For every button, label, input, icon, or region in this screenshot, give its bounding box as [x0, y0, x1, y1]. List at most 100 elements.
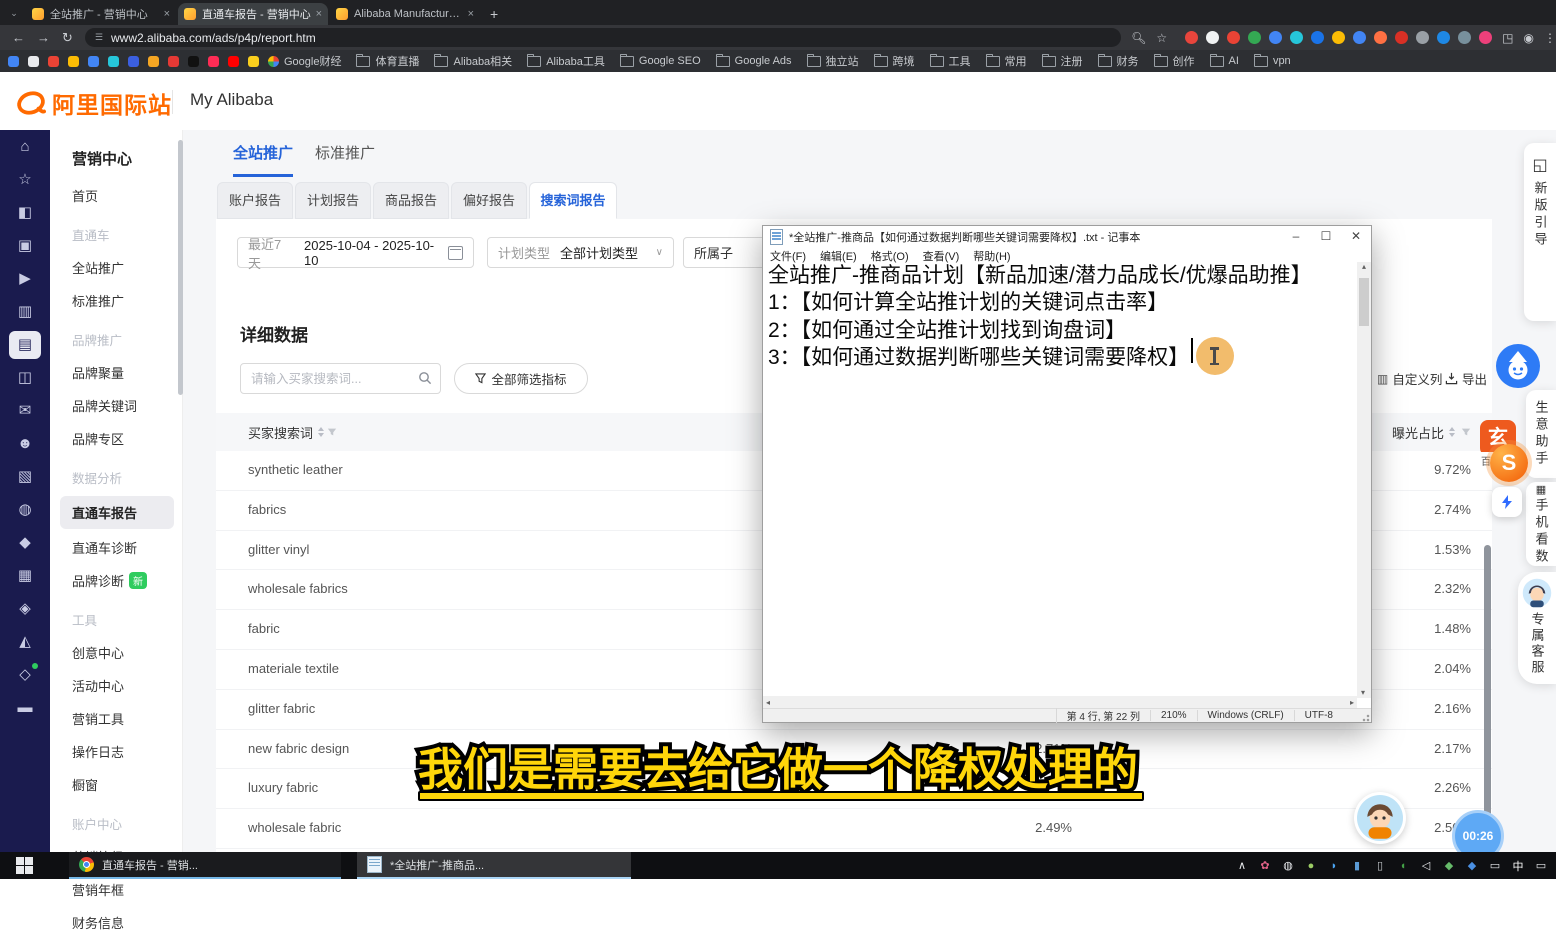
tab-计划报告[interactable]: 计划报告	[295, 182, 371, 219]
start-button[interactable]	[16, 857, 33, 874]
rail-home-icon[interactable]: ⌂	[9, 133, 41, 161]
extension-icon[interactable]	[1437, 31, 1450, 44]
alibaba-logo[interactable]: 阿里国际站	[16, 86, 172, 120]
tray-globe-icon[interactable]: ●	[1304, 860, 1318, 872]
tab-搜索词报告[interactable]: 搜索词报告	[529, 182, 617, 219]
column-filter-icon[interactable]	[327, 427, 337, 437]
bookmark-folder[interactable]: 跨境	[874, 53, 915, 69]
sidebar-item-橱窗[interactable]: 橱窗	[50, 768, 182, 801]
assistant-wizard-icon[interactable]	[1496, 344, 1540, 388]
maximize-button[interactable]: ☐	[1311, 226, 1341, 248]
sidebar-item-品牌关键词[interactable]: 品牌关键词	[50, 389, 182, 422]
rail-shop-icon[interactable]: ◧	[9, 199, 41, 227]
new-version-guide-tab[interactable]: ◱ 新版引导	[1524, 143, 1556, 321]
rail-ticket-icon[interactable]: ◫	[9, 364, 41, 392]
menu-文件(F)[interactable]: 文件(F)	[763, 248, 813, 262]
rail-ad-report-icon[interactable]: ▤	[9, 331, 41, 359]
tray-expand-icon[interactable]: ∧	[1235, 859, 1249, 872]
rail-shield-icon[interactable]: ◈	[9, 595, 41, 623]
bookmark-favicon[interactable]	[48, 56, 59, 67]
menu-帮助(H)[interactable]: 帮助(H)	[966, 248, 1017, 262]
find-icon[interactable]: 🔍︎	[1131, 31, 1146, 45]
content-scrollbar[interactable]	[1484, 545, 1491, 845]
sidebar-item-品牌聚量[interactable]: 品牌聚量	[50, 356, 182, 389]
tray-app-icon[interactable]: ✿	[1258, 859, 1272, 872]
extension-icon[interactable]	[1248, 31, 1261, 44]
export-button[interactable]: 导出	[1445, 369, 1487, 388]
extensions-puzzle-icon[interactable]: ◳	[1502, 31, 1513, 45]
tray-leaf-icon[interactable]: ◖	[1396, 860, 1410, 872]
browser-tab[interactable]: 直通车报告 - 营销中心×	[178, 3, 328, 25]
rail-clipboard-icon[interactable]: ▧	[9, 463, 41, 491]
sidebar-item-全站推广[interactable]: 全站推广	[50, 251, 182, 284]
bookmark-favicon[interactable]	[188, 56, 199, 67]
menu-格式(O)[interactable]: 格式(O)	[864, 248, 916, 262]
tray-phone-icon[interactable]: ▮	[1350, 859, 1364, 872]
bookmark-folder[interactable]: Alibaba相关	[434, 53, 512, 69]
bookmark-folder[interactable]: vpn	[1254, 55, 1291, 67]
bookmark-favicon[interactable]	[248, 56, 259, 67]
bookmark-star-icon[interactable]: ☆	[1156, 31, 1167, 45]
notepad-window[interactable]: *全站推广-推商品【如何通过数据判断哪些关键词需要降权】.txt - 记事本 –…	[762, 225, 1372, 723]
close-button[interactable]: ✕	[1341, 226, 1371, 248]
bookmark-folder[interactable]: Google SEO	[620, 55, 701, 67]
forward-icon[interactable]: →	[37, 30, 50, 45]
notepad-scrollbar-thumb[interactable]	[1359, 278, 1369, 326]
taskbar-chrome-button[interactable]: 直通车报告 - 营销...	[69, 852, 341, 879]
tab-商品报告[interactable]: 商品报告	[373, 182, 449, 219]
bookmark-favicon[interactable]	[128, 56, 139, 67]
rail-customers-icon[interactable]: ☻	[9, 430, 41, 458]
tab-偏好报告[interactable]: 偏好报告	[451, 182, 527, 219]
tray-notification-icon[interactable]: ▭	[1534, 859, 1548, 872]
extension-icon[interactable]	[1332, 31, 1345, 44]
rail-globe-icon[interactable]: ◍	[9, 496, 41, 524]
bookmark-favicon[interactable]	[28, 56, 39, 67]
sidebar-item-财务信息[interactable]: 财务信息	[50, 906, 182, 939]
menu-编辑(E)[interactable]: 编辑(E)	[813, 248, 864, 262]
sidebar-item-创意中心[interactable]: 创意中心	[50, 636, 182, 669]
sort-icon[interactable]	[1449, 427, 1455, 437]
taskbar-notepad-button[interactable]: *全站推广-推商品...	[357, 852, 631, 879]
extension-icon[interactable]	[1269, 31, 1282, 44]
tray-mic-icon[interactable]: ◍	[1281, 859, 1295, 872]
notepad-vertical-scrollbar[interactable]: ▴▾	[1357, 262, 1371, 698]
tray-display-icon[interactable]: ▭	[1488, 859, 1502, 872]
url-text[interactable]: www2.alibaba.com/ads/p4p/report.htm	[111, 31, 316, 45]
sort-icon[interactable]	[318, 427, 324, 437]
tray-clipboard-icon[interactable]: ▯	[1373, 859, 1387, 872]
search-input[interactable]	[240, 363, 441, 394]
browser-tab[interactable]: Alibaba Manufacturer Direct×	[330, 3, 480, 25]
notepad-titlebar[interactable]: *全站推广-推商品【如何通过数据判断哪些关键词需要降权】.txt - 记事本 –…	[763, 226, 1371, 248]
extension-icon[interactable]	[1479, 31, 1492, 44]
bookmark-folder[interactable]: 财务	[1098, 53, 1139, 69]
tray-security-icon[interactable]: ◆	[1442, 859, 1456, 872]
bookmark-favicon[interactable]	[108, 56, 119, 67]
bookmark-favicon[interactable]	[68, 56, 79, 67]
extension-icon[interactable]	[1227, 31, 1240, 44]
extension-icon[interactable]	[1374, 31, 1387, 44]
site-info-icon[interactable]: ☰	[95, 32, 103, 43]
tab-close-icon[interactable]: ×	[164, 8, 170, 20]
bookmark-folder[interactable]: AI	[1210, 55, 1239, 67]
business-assistant-tab[interactable]: 生意助手	[1526, 390, 1556, 478]
bookmark-folder[interactable]: Google Ads	[716, 55, 792, 67]
customer-service-avatar[interactable]	[1354, 792, 1406, 844]
sidebar-item-操作日志[interactable]: 操作日志	[50, 735, 182, 768]
rail-chart-icon[interactable]: ▥	[9, 298, 41, 326]
sidebar-item-标准推广[interactable]: 标准推广	[50, 284, 182, 317]
tab-search-chevron-icon[interactable]: ⌄	[6, 5, 22, 21]
tab-全站推广[interactable]: 全站推广	[233, 142, 293, 177]
sidebar-item-活动中心[interactable]: 活动中心	[50, 669, 182, 702]
rail-briefcase-icon[interactable]: ▬	[9, 694, 41, 722]
resize-grip[interactable]	[1357, 709, 1371, 722]
customize-columns-button[interactable]: ▥ 自定义列	[1368, 369, 1442, 388]
extension-icon[interactable]	[1206, 31, 1219, 44]
rail-video-icon[interactable]: ▶	[9, 265, 41, 293]
sidebar-item-品牌专区[interactable]: 品牌专区	[50, 422, 182, 455]
tray-defender-icon[interactable]: ◆	[1465, 859, 1479, 872]
quick-action-icon[interactable]	[1492, 487, 1522, 517]
bookmark-folder[interactable]: 创作	[1154, 53, 1195, 69]
bookmark-favicon[interactable]	[228, 56, 239, 67]
vip-service-tab[interactable]: 专属客服	[1518, 572, 1556, 684]
back-icon[interactable]: ←	[12, 30, 25, 45]
